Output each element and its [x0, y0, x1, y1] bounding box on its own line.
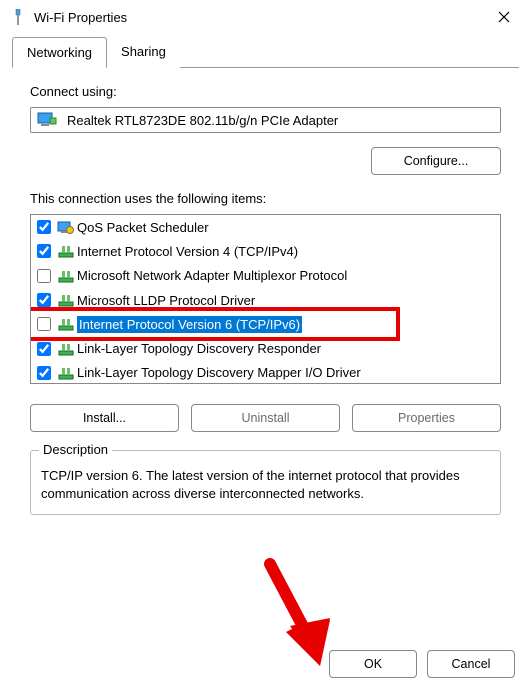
tab-content: Connect using: Realtek RTL8723DE 802.11b… [0, 68, 531, 531]
list-item[interactable]: Link-Layer Topology Discovery Responder [31, 336, 500, 360]
item-label: Link-Layer Topology Discovery Responder [77, 341, 321, 356]
connect-using-label: Connect using: [30, 84, 501, 99]
item-checkbox[interactable] [37, 342, 51, 356]
items-label: This connection uses the following items… [30, 191, 501, 206]
item-label: Internet Protocol Version 6 (TCP/IPv6) [77, 316, 302, 333]
titlebar: Wi-Fi Properties [0, 0, 531, 36]
protocol-icon [57, 244, 75, 258]
protocol-icon [57, 317, 75, 331]
protocol-icon [57, 342, 75, 356]
close-button[interactable] [489, 2, 519, 32]
protocol-icon [57, 366, 75, 380]
list-item[interactable]: Internet Protocol Version 4 (TCP/IPv4) [31, 239, 500, 263]
item-label: Link-Layer Topology Discovery Mapper I/O… [77, 365, 361, 380]
connection-items-list[interactable]: QoS Packet Scheduler Internet Protocol V… [30, 214, 501, 384]
wifi-properties-icon [10, 9, 26, 25]
list-item-ipv6[interactable]: Internet Protocol Version 6 (TCP/IPv6) [31, 312, 500, 336]
ok-button[interactable]: OK [329, 650, 417, 678]
item-label: Microsoft Network Adapter Multiplexor Pr… [77, 268, 347, 283]
description-legend: Description [39, 442, 112, 457]
qos-icon [57, 220, 75, 234]
item-checkbox[interactable] [37, 366, 51, 380]
item-label: QoS Packet Scheduler [77, 220, 209, 235]
item-checkbox[interactable] [37, 244, 51, 258]
protocol-icon [57, 269, 75, 283]
uninstall-button[interactable]: Uninstall [191, 404, 340, 432]
tab-strip: Networking Sharing [0, 36, 531, 68]
item-checkbox[interactable] [37, 293, 51, 307]
description-text: TCP/IP version 6. The latest version of … [41, 467, 490, 502]
window-title: Wi-Fi Properties [34, 10, 489, 25]
cancel-button[interactable]: Cancel [427, 650, 515, 678]
item-checkbox[interactable] [37, 269, 51, 283]
close-icon [498, 11, 510, 23]
adapter-icon [37, 112, 57, 128]
install-button[interactable]: Install... [30, 404, 179, 432]
list-item[interactable]: Microsoft LLDP Protocol Driver [31, 288, 500, 312]
tab-sharing[interactable]: Sharing [107, 37, 180, 68]
list-item[interactable]: Microsoft Network Adapter Multiplexor Pr… [31, 264, 500, 288]
adapter-name: Realtek RTL8723DE 802.11b/g/n PCIe Adapt… [67, 113, 338, 128]
item-checkbox[interactable] [37, 317, 51, 331]
dialog-footer: OK Cancel [313, 644, 531, 690]
adapter-field: Realtek RTL8723DE 802.11b/g/n PCIe Adapt… [30, 107, 501, 133]
protocol-icon [57, 293, 75, 307]
tab-networking[interactable]: Networking [12, 37, 107, 68]
configure-button[interactable]: Configure... [371, 147, 501, 175]
item-label: Internet Protocol Version 4 (TCP/IPv4) [77, 244, 298, 259]
list-item[interactable]: Link-Layer Topology Discovery Mapper I/O… [31, 361, 500, 384]
description-group: Description TCP/IP version 6. The latest… [30, 450, 501, 515]
item-checkbox[interactable] [37, 220, 51, 234]
list-item[interactable]: QoS Packet Scheduler [31, 215, 500, 239]
item-label: Microsoft LLDP Protocol Driver [77, 293, 255, 308]
properties-button[interactable]: Properties [352, 404, 501, 432]
